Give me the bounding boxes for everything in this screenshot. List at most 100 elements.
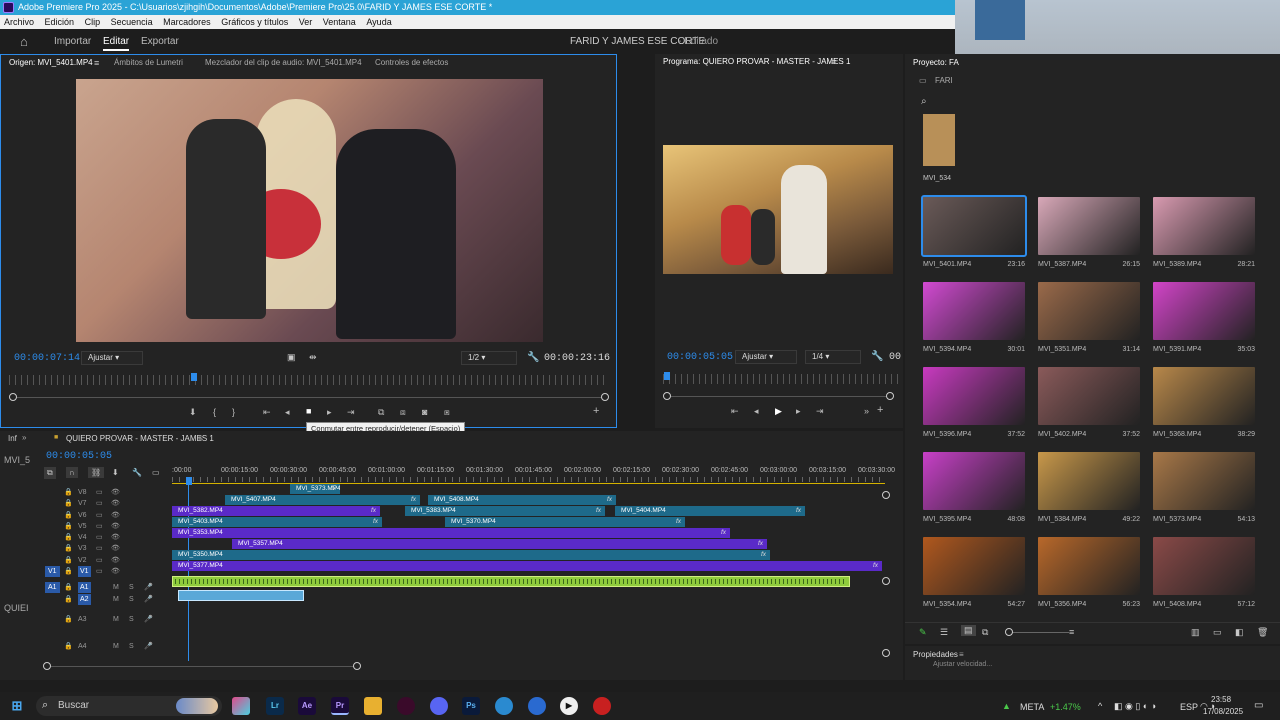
- project-tab[interactable]: Proyecto: FA: [913, 58, 959, 67]
- program-play-icon[interactable]: ▶: [775, 406, 782, 417]
- timeline-clip[interactable]: MVI_5350.MP4 fx: [172, 550, 770, 560]
- home-icon[interactable]: ⌂: [20, 29, 28, 54]
- timeline-timecode[interactable]: 00:00:05:05: [46, 451, 112, 462]
- go-to-out-icon[interactable]: ⇥: [347, 407, 355, 418]
- captions-icon[interactable]: ▭: [152, 468, 160, 477]
- windows-start-icon[interactable]: ⊞: [8, 697, 26, 715]
- freeform-view-icon[interactable]: ⧉: [982, 627, 988, 638]
- toggle-sync-icon[interactable]: ▭: [96, 543, 103, 554]
- menu-graficos[interactable]: Gráficos y títulos: [221, 17, 288, 27]
- audio-clip-a2[interactable]: [178, 590, 304, 601]
- eye-icon[interactable]: 👁: [111, 487, 120, 498]
- list-view-icon[interactable]: ☰: [940, 627, 948, 638]
- track-header[interactable]: 🔒 V2 ▭ 👁: [0, 555, 170, 566]
- program-time-ruler[interactable]: [663, 374, 899, 384]
- properties-title[interactable]: Propiedades: [913, 650, 958, 659]
- menu-ayuda[interactable]: Ayuda: [366, 17, 391, 27]
- track-header[interactable]: V1 🔒 V1 ▭ 👁: [0, 566, 170, 577]
- program-fit-dropdown[interactable]: Ajustar ▾: [735, 350, 797, 364]
- premiere-taskbar-icon[interactable]: Pr: [331, 697, 349, 715]
- mute-button[interactable]: M: [113, 614, 119, 625]
- language-indicator[interactable]: ESP: [1180, 702, 1198, 712]
- obs-icon[interactable]: [593, 697, 611, 715]
- discord-icon[interactable]: [430, 697, 448, 715]
- clip-settings-icon[interactable]: ▣: [287, 352, 296, 363]
- program-add-icon[interactable]: +: [877, 404, 883, 416]
- add-marker-icon[interactable]: ⬇: [112, 468, 119, 477]
- project-item-thumbnail[interactable]: [1038, 197, 1140, 255]
- project-item-thumbnail[interactable]: [923, 537, 1025, 595]
- project-item-thumbnail[interactable]: [1153, 197, 1255, 255]
- project-item-thumbnail[interactable]: [1038, 452, 1140, 510]
- project-item-thumbnail[interactable]: [1038, 537, 1140, 595]
- source-playhead[interactable]: [191, 373, 197, 381]
- lock-icon[interactable]: 🔒: [64, 543, 73, 554]
- project-item-thumbnail[interactable]: [1153, 452, 1255, 510]
- menu-secuencia[interactable]: Secuencia: [111, 17, 153, 27]
- toggle-sync-icon[interactable]: ▭: [96, 521, 103, 532]
- mic-icon[interactable]: 🎤: [144, 614, 153, 625]
- menu-clip[interactable]: Clip: [85, 17, 101, 27]
- track-header[interactable]: 🔒 A4 M S 🎤: [0, 641, 170, 652]
- track-header[interactable]: 🔒 V6 ▭ 👁: [0, 510, 170, 521]
- menu-edicion[interactable]: Edición: [45, 17, 75, 27]
- mute-button[interactable]: M: [113, 594, 119, 605]
- marker-icon[interactable]: ⬇: [189, 407, 197, 418]
- track-header[interactable]: 🔒 V8 ▭ 👁: [0, 487, 170, 498]
- eye-icon[interactable]: 👁: [111, 566, 120, 577]
- source-zoom-bar[interactable]: [13, 397, 605, 398]
- panel-expand-icon[interactable]: »: [22, 433, 26, 442]
- track-name[interactable]: V5: [78, 521, 87, 532]
- program-go-out-icon[interactable]: ⇥: [816, 406, 824, 417]
- nest-icon[interactable]: ⧉: [44, 467, 56, 479]
- zoom-slider[interactable]: [1009, 632, 1069, 633]
- export-frame-icon[interactable]: ◙: [422, 407, 427, 417]
- play-stop-icon[interactable]: ■: [306, 406, 311, 416]
- linked-selection-icon[interactable]: ⛓: [88, 467, 105, 478]
- eye-icon[interactable]: 👁: [111, 510, 120, 521]
- timeline-ruler[interactable]: :00:00 00:00:15:00 00:00:30:00 00:00:45:00 0…: [172, 467, 895, 483]
- properties-menu-icon[interactable]: ≡: [959, 650, 964, 659]
- snap-icon[interactable]: ∩: [66, 467, 78, 478]
- solo-button[interactable]: S: [129, 614, 134, 625]
- program-go-in-icon[interactable]: ⇤: [731, 406, 739, 417]
- mic-icon[interactable]: 🎤: [144, 594, 153, 605]
- mute-button[interactable]: M: [113, 641, 119, 652]
- eye-icon[interactable]: 👁: [111, 521, 120, 532]
- app-blue-icon[interactable]: [528, 697, 546, 715]
- timeline-clip[interactable]: MVI_5377.MP4 fx: [172, 561, 882, 571]
- lock-icon[interactable]: 🔒: [64, 521, 73, 532]
- track-name[interactable]: A3: [78, 614, 87, 625]
- track-header[interactable]: 🔒 A2 M S 🎤: [0, 594, 170, 605]
- track-name[interactable]: V8: [78, 487, 87, 498]
- properties-item[interactable]: Ajustar velocidad...: [933, 661, 992, 668]
- export-frame-alt-icon[interactable]: ⧆: [444, 407, 450, 418]
- program-playhead[interactable]: [664, 372, 670, 380]
- clock-time[interactable]: 23:58: [1211, 695, 1231, 704]
- menu-archivo[interactable]: Archivo: [4, 17, 34, 27]
- solo-button[interactable]: S: [129, 594, 134, 605]
- eye-icon[interactable]: 👁: [111, 532, 120, 543]
- partial-thumb[interactable]: [923, 114, 955, 166]
- toggle-sync-icon[interactable]: ▭: [96, 566, 103, 577]
- source-patch[interactable]: V1: [45, 566, 60, 577]
- insert-clip-icon[interactable]: ⧉: [378, 407, 384, 418]
- source-patch[interactable]: A1: [45, 582, 60, 593]
- timeline-clip[interactable]: MVI_5408.MP4 fx: [428, 495, 616, 505]
- track-name[interactable]: A4: [78, 641, 87, 652]
- track-name[interactable]: V1: [78, 566, 91, 577]
- program-title[interactable]: Programa: QUIERO PROVAR - MASTER - JAMES…: [663, 54, 850, 70]
- track-header[interactable]: 🔒 V5 ▭ 👁: [0, 521, 170, 532]
- timeline-clip[interactable]: MVI_5370.MP4 fx: [445, 517, 685, 527]
- menu-marcadores[interactable]: Marcadores: [163, 17, 211, 27]
- trash-icon[interactable]: 🗑: [1257, 627, 1268, 638]
- tab-audio-mixer[interactable]: Mezclador del clip de audio: MVI_5401.MP…: [205, 55, 362, 71]
- program-wrench-icon[interactable]: 🔧: [871, 351, 883, 362]
- track-header[interactable]: 🔒 V3 ▭ 👁: [0, 543, 170, 554]
- mic-icon[interactable]: 🎤: [144, 641, 153, 652]
- after-effects-icon[interactable]: Ae: [298, 697, 316, 715]
- lock-icon[interactable]: 🔒: [64, 566, 73, 577]
- timeline-clip[interactable]: MVI_5357.MP4 fx: [232, 539, 767, 549]
- source-resolution-dropdown[interactable]: 1/2 ▾: [461, 351, 517, 365]
- track-header[interactable]: 🔒 A3 M S 🎤: [0, 614, 170, 625]
